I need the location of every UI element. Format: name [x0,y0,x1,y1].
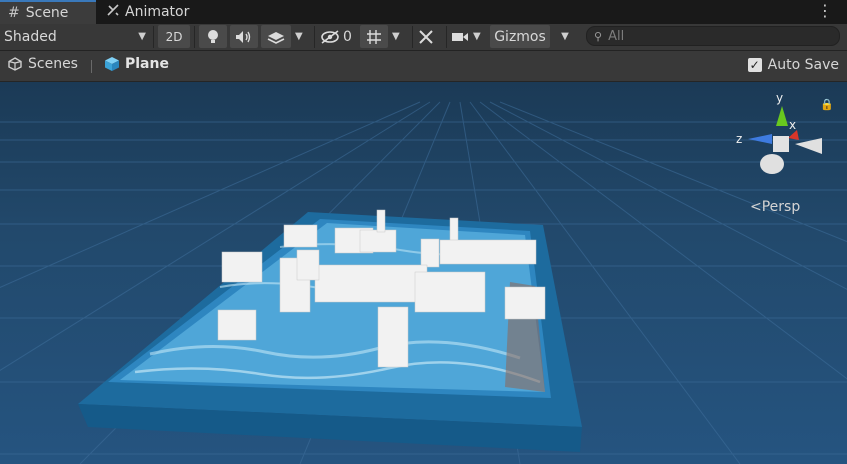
chevron-down-icon: ▼ [392,31,400,42]
search-input[interactable]: ⚲ All [586,26,840,46]
shading-mode-dropdown[interactable]: Shaded ▼ [4,25,150,48]
gizmos-label: Gizmos [494,28,546,45]
grid-snap-icon [367,29,381,44]
cube-icon [105,57,119,71]
audio-toggle-button[interactable] [230,25,258,48]
auto-save-toggle[interactable]: ✓ Auto Save [747,57,839,73]
hidden-count: 0 [343,28,352,45]
animator-icon [106,3,120,21]
effects-toggle-button[interactable] [261,25,291,48]
breadcrumb-scenes[interactable]: Scenes [8,56,78,72]
camera-dropdown[interactable]: ▼ [451,25,487,48]
breadcrumb-plane[interactable]: Plane [104,56,169,72]
breadcrumb-bar: Scenes Plane ✓ Auto Save [0,51,847,82]
lock-icon[interactable]: 🔒 [820,98,834,111]
axis-y-cone[interactable] [776,106,788,126]
divider [194,26,195,48]
tab-animator-label: Animator [125,4,190,20]
chevron-down-icon: ▼ [561,31,569,42]
grid-icon: # [8,5,20,21]
camera-icon [452,32,468,41]
toggle-2d-label: 2D [165,29,183,44]
projection-label: Persp [761,199,801,215]
scene-toolbar: Shaded ▼ 2D ▼ 0 ▼ ▼ Gizmos ▼ ⚲ All [0,24,847,51]
chevron-down-icon: ▼ [138,31,146,42]
effects-layers-icon [267,31,285,44]
axis-z-label: z [736,132,742,146]
toggle-2d-button[interactable]: 2D [158,25,190,48]
divider [314,26,315,48]
gizmos-dropdown[interactable]: ▼ [555,25,575,48]
breadcrumb-scenes-label: Scenes [28,56,78,72]
axis-z-cone[interactable] [748,134,772,144]
gizmos-button[interactable]: Gizmos [490,25,550,48]
more-options-icon[interactable]: ⋮ [817,2,833,20]
grid-dropdown[interactable]: ▼ [392,25,406,48]
unity-logo-icon [8,57,22,71]
axis-neg-y-cone[interactable] [760,154,784,174]
checkmark-icon[interactable]: ✓ [747,58,762,72]
scene-visibility-toggle[interactable]: 0 [320,25,356,48]
axis-y-label: y [776,91,783,105]
tab-bar: # Scene Animator ⋮ [0,0,847,24]
tab-scene[interactable]: # Scene [0,0,96,24]
search-icon: ⚲ [594,29,603,43]
tab-animator[interactable]: Animator [106,0,189,24]
auto-save-label: Auto Save [767,57,839,73]
shading-mode-label: Shaded [4,28,57,45]
breadcrumb-plane-label: Plane [125,56,169,72]
scene-render[interactable]: y x z [0,82,847,464]
tab-scene-label: Scene [25,5,69,21]
lighting-toggle-button[interactable] [199,25,227,48]
breadcrumb-divider [91,60,92,73]
divider [153,26,154,48]
axis-x-label: x [789,118,796,132]
lightbulb-icon [208,29,218,43]
speaker-icon [236,30,251,43]
divider [412,26,413,48]
grid-snap-button[interactable] [360,25,388,48]
scene-viewport[interactable]: y x z 🔒 <Persp [0,82,847,464]
search-placeholder: All [608,28,625,44]
eye-slash-icon [321,29,339,44]
divider [446,26,447,48]
gizmo-center-cube[interactable] [773,136,789,152]
tools-button[interactable] [418,25,442,48]
persp-arrow-icon: < [750,199,762,215]
projection-toggle[interactable]: <Persp [750,199,800,215]
chevron-down-icon: ▼ [295,31,303,42]
tools-icon [419,29,433,44]
chevron-down-icon: ▼ [473,31,481,42]
effects-dropdown[interactable]: ▼ [295,25,309,48]
